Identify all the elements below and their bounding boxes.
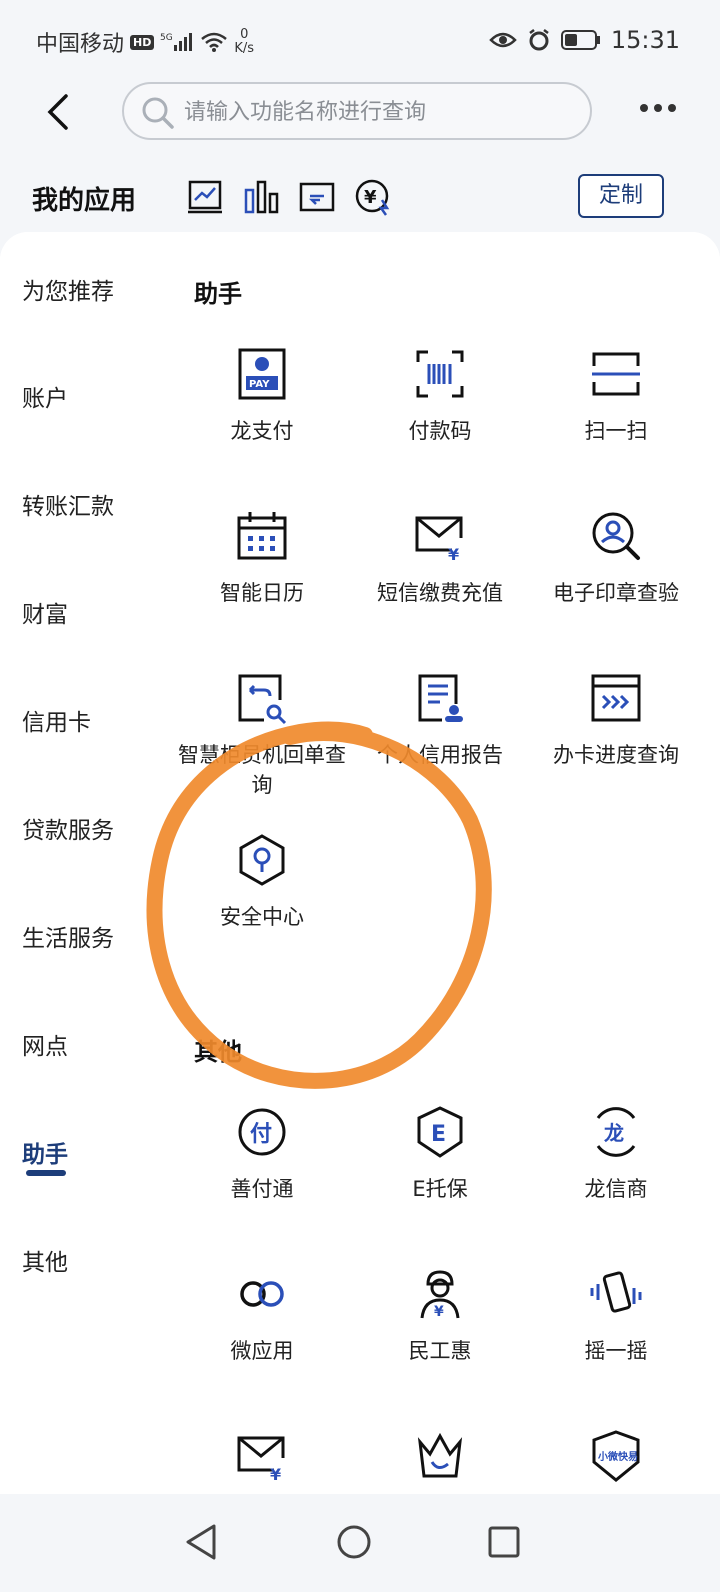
svg-text:¥: ¥ — [448, 545, 459, 564]
app-credit-report[interactable]: 个人信用报告 — [352, 670, 528, 770]
sidebar-item-account[interactable]: 账户 — [22, 379, 162, 413]
transfer-icon[interactable] — [298, 178, 336, 216]
app-payment-code[interactable]: 付款码 — [352, 346, 528, 446]
app-mail-yuan[interactable]: ¥ — [174, 1428, 350, 1494]
signal-icon: 5G — [160, 33, 193, 51]
svg-text:付: 付 — [250, 1122, 272, 1147]
sidebar-item-life[interactable]: 生活服务 — [22, 919, 162, 953]
my-apps-title: 我的应用 — [32, 186, 137, 216]
sms-payment-icon: ¥ — [415, 516, 463, 564]
app-atm-receipt[interactable]: 智慧柜员机回单查询 — [174, 670, 350, 800]
app-worker[interactable]: ¥ 民工惠 — [352, 1266, 528, 1366]
sidebar-item-assistant[interactable]: 助手 — [22, 1135, 162, 1169]
app-grid: 助手 PAY 龙支付 付款码 扫一扫 智能日历 ¥ 短信缴费充值 电子印章查验 … — [166, 232, 720, 1494]
app-card-progress[interactable]: 办卡进度查询 — [528, 670, 704, 770]
mail-yuan-icon: ¥ — [237, 1436, 285, 1484]
nav-recents-icon[interactable] — [474, 1512, 534, 1572]
app-security-center[interactable]: 安全中心 — [174, 832, 350, 932]
svg-text:¥: ¥ — [364, 187, 377, 208]
status-bar: 中国移动 HD 5G 0 K/s 15:31 — [0, 0, 720, 80]
e-tuobao-icon: E — [417, 1106, 463, 1158]
yuan-exchange-icon[interactable]: ¥ — [354, 178, 392, 216]
security-center-icon — [239, 834, 285, 886]
scan-icon — [592, 352, 640, 396]
nav-home-icon[interactable] — [324, 1512, 384, 1572]
app-long-pay[interactable]: PAY 龙支付 — [174, 346, 350, 446]
category-sidebar: 为您推荐 账户 转账汇款 财富 信用卡 贷款服务 生活服务 网点 助手 其他 — [0, 232, 166, 1494]
main-panel: 为您推荐 账户 转账汇款 财富 信用卡 贷款服务 生活服务 网点 助手 其他 助… — [0, 232, 720, 1494]
sidebar-item-transfer[interactable]: 转账汇款 — [22, 487, 162, 521]
long-pay-icon: PAY — [238, 348, 286, 400]
worker-icon: ¥ — [420, 1270, 460, 1320]
micro-app-icon — [240, 1281, 284, 1307]
my-apps-quick-icons: ¥ — [186, 178, 392, 216]
sidebar-item-other[interactable]: 其他 — [22, 1243, 162, 1277]
svg-text:5G: 5G — [160, 33, 173, 43]
clock: 15:31 — [610, 26, 680, 54]
app-scan[interactable]: 扫一扫 — [528, 346, 704, 446]
more-options-icon[interactable] — [640, 104, 676, 112]
svg-text:¥: ¥ — [270, 1465, 281, 1484]
seal-verify-icon — [592, 512, 640, 560]
svg-text:PAY: PAY — [249, 379, 270, 390]
svg-text:龙: 龙 — [604, 1121, 624, 1145]
credit-report-icon — [418, 674, 463, 722]
sidebar-item-credit-card[interactable]: 信用卡 — [22, 703, 162, 737]
calendar-icon — [237, 512, 287, 560]
my-apps-bar: 我的应用 ¥ 定制 — [0, 166, 720, 230]
eye-icon — [489, 32, 517, 48]
app-e-tuobao[interactable]: E E托保 — [352, 1104, 528, 1204]
nav-back-icon[interactable] — [172, 1512, 232, 1572]
hd-badge: HD — [130, 34, 155, 50]
net-speed: 0 K/s — [234, 27, 255, 56]
back-arrow-icon[interactable] — [38, 90, 78, 134]
longxinshang-icon: 龙 — [596, 1107, 636, 1157]
battery-icon — [560, 30, 600, 50]
app-smart-calendar[interactable]: 智能日历 — [174, 508, 350, 608]
header — [0, 80, 720, 144]
sidebar-item-wealth[interactable]: 财富 — [22, 595, 162, 629]
svg-text:¥: ¥ — [434, 1304, 444, 1320]
sidebar-item-recommended[interactable]: 为您推荐 — [22, 272, 162, 306]
app-sms-payment[interactable]: ¥ 短信缴费充值 — [352, 508, 528, 608]
app-crown[interactable] — [352, 1428, 528, 1494]
shake-icon — [590, 1271, 642, 1313]
receipt-search-icon — [238, 674, 287, 725]
section-title-assistant: 助手 — [194, 280, 242, 308]
alarm-icon — [529, 29, 549, 51]
search-bar[interactable] — [122, 82, 592, 140]
chart-line-icon[interactable] — [186, 178, 224, 216]
app-seal-verify[interactable]: 电子印章查验 — [528, 508, 704, 608]
app-micro-app[interactable]: 微应用 — [174, 1266, 350, 1366]
search-input[interactable] — [184, 96, 574, 128]
system-nav-bar — [0, 1494, 720, 1592]
section-title-other: 其他 — [194, 1038, 242, 1066]
app-xiaowei-kuaiyi[interactable]: 小微快易 — [528, 1428, 704, 1494]
shanfutong-icon: 付 — [238, 1108, 286, 1156]
xiaowei-kuaiyi-icon: 小微快易 — [592, 1430, 640, 1482]
search-icon — [142, 97, 174, 129]
active-indicator — [26, 1170, 66, 1176]
barcode-scan-icon — [416, 350, 464, 398]
svg-text:小微快易: 小微快易 — [597, 1450, 638, 1463]
app-shanfutong[interactable]: 付 善付通 — [174, 1104, 350, 1204]
app-shake[interactable]: 摇一摇 — [528, 1266, 704, 1366]
bar-chart-icon[interactable] — [242, 178, 280, 216]
carrier-name: 中国移动 — [36, 32, 125, 57]
wifi-icon — [201, 32, 228, 52]
app-longxinshang[interactable]: 龙 龙信商 — [528, 1104, 704, 1204]
svg-text:E: E — [431, 1122, 446, 1147]
sidebar-item-loan[interactable]: 贷款服务 — [22, 811, 162, 845]
customize-button[interactable]: 定制 — [578, 174, 664, 218]
sidebar-item-branch[interactable]: 网点 — [22, 1027, 162, 1061]
crown-icon — [417, 1432, 463, 1478]
card-progress-icon — [591, 674, 641, 722]
